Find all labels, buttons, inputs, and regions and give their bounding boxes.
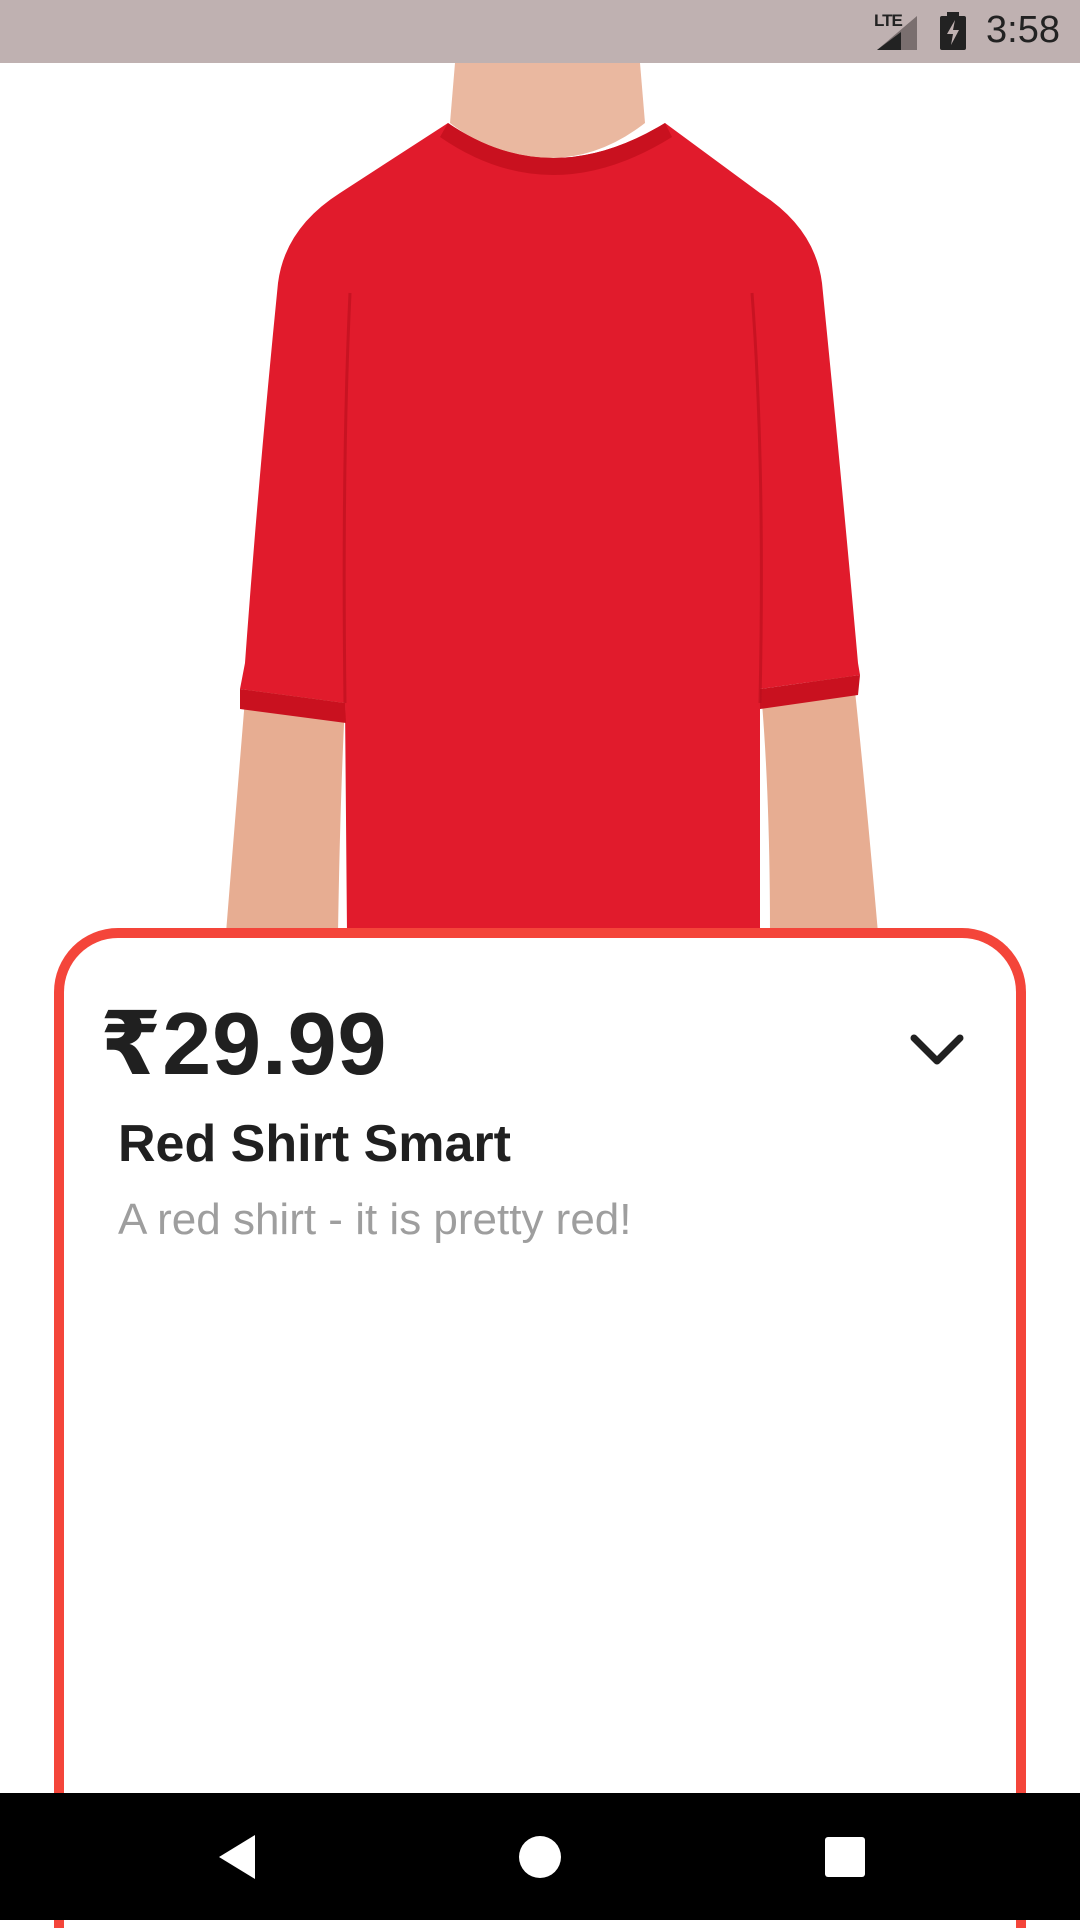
back-icon[interactable] xyxy=(207,1827,267,1887)
signal-icon xyxy=(877,16,917,50)
recents-icon[interactable] xyxy=(815,1827,875,1887)
product-image xyxy=(0,63,1080,933)
battery-charging-icon xyxy=(940,12,966,50)
status-bar: LTE 3:58 xyxy=(0,0,1080,63)
clock: 3:58 xyxy=(986,9,1060,51)
chevron-down-icon[interactable] xyxy=(909,1030,965,1070)
system-nav-bar xyxy=(0,1793,1080,1920)
product-price: ₹29.99 xyxy=(100,994,388,1093)
red-tshirt-photo xyxy=(226,63,878,933)
product-description: A red shirt - it is pretty red! xyxy=(118,1195,632,1244)
product-details-card: ₹29.99 Red Shirt Smart A red shirt - it … xyxy=(54,928,1026,1928)
home-icon[interactable] xyxy=(510,1827,570,1887)
product-name: Red Shirt Smart xyxy=(118,1115,511,1173)
